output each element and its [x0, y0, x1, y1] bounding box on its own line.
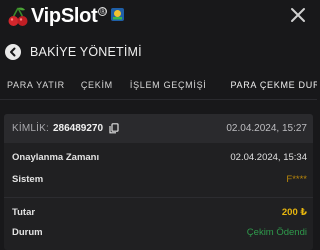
award-badge-icon	[111, 8, 125, 21]
withdrawal-status-screen: VipSlot ® BAKİYE YÖNETİMİ PARA YATIR ÇEK…	[0, 0, 317, 250]
tab-bar: PARA YATIR ÇEKİM İŞLEM GEÇMİŞİ PARA ÇEKM…	[0, 71, 317, 100]
created-date: 02.04.2024, 15:27	[226, 123, 307, 134]
detail-row-approval-time: Onaylanma Zamanı 02.04.2024, 15:34	[12, 152, 307, 163]
divider	[4, 197, 313, 198]
back-button[interactable]	[5, 44, 21, 60]
status-value: Çekim Ödendi	[246, 227, 307, 238]
close-icon[interactable]	[290, 7, 306, 23]
cherry-logo-icon	[8, 7, 28, 26]
back-arrow-icon	[10, 47, 16, 57]
tab-withdrawal-status[interactable]: PARA ÇEKME DURUMU	[222, 71, 317, 99]
page-header: BAKİYE YÖNETİMİ	[0, 33, 317, 71]
detail-row-status: Durum Çekim Ödendi	[12, 227, 307, 238]
status-label: Durum	[12, 227, 43, 238]
detail-row-system: Sistem F****	[12, 174, 307, 185]
brand-name: VipSlot	[31, 5, 98, 27]
top-bar: VipSlot ®	[0, 0, 317, 33]
approval-time-value: 02.04.2024, 15:34	[230, 152, 307, 163]
registered-mark: ®	[98, 6, 108, 16]
card-header: KİMLİK: 286489270 02.04.2024, 15:27	[4, 114, 313, 143]
page-title: BAKİYE YÖNETİMİ	[30, 45, 142, 59]
approval-time-label: Onaylanma Zamanı	[12, 152, 100, 163]
withdrawal-card: KİMLİK: 286489270 02.04.2024, 15:27 Onay…	[4, 114, 313, 250]
system-label: Sistem	[12, 174, 44, 185]
copy-icon[interactable]	[109, 123, 119, 134]
amount-value: 200 ₺	[281, 207, 307, 218]
brand-logo[interactable]: VipSlot ®	[7, 5, 125, 28]
tab-transaction-history[interactable]: İŞLEM GEÇMİŞİ	[130, 71, 207, 99]
tab-deposit[interactable]: PARA YATIR	[7, 71, 65, 99]
tab-withdraw[interactable]: ÇEKİM	[81, 71, 113, 99]
id-label: KİMLİK:	[12, 123, 49, 134]
id-value: 286489270	[52, 123, 104, 134]
detail-row-amount: Tutar 200 ₺	[12, 207, 307, 218]
system-value: F****	[286, 174, 307, 185]
amount-label: Tutar	[12, 207, 36, 218]
